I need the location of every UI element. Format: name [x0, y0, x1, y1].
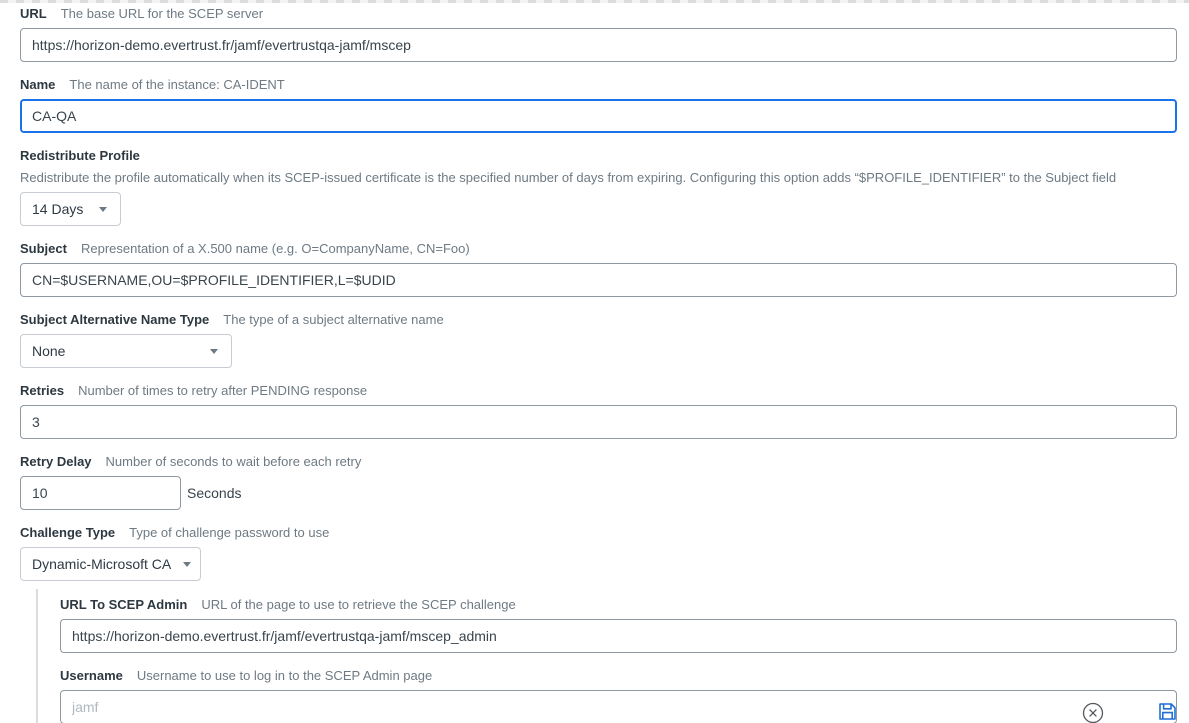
challenge-type-helper: Type of challenge password to use	[129, 525, 329, 540]
challenge-type-field-group: Challenge Type Type of challenge password…	[20, 525, 1177, 581]
retry-delay-unit: Seconds	[187, 485, 241, 501]
retries-helper: Number of times to retry after PENDING r…	[78, 383, 367, 398]
save-icon	[1158, 702, 1177, 721]
save-button[interactable]	[1158, 702, 1177, 721]
retry-delay-row: Seconds	[20, 476, 1177, 510]
username-label: Username	[60, 668, 123, 683]
retries-label: Retries	[20, 383, 64, 398]
name-field-group: Name The name of the instance: CA-IDENT	[20, 77, 1177, 133]
redistribute-profile-field-group: Redistribute Profile Redistribute the pr…	[20, 148, 1177, 226]
retries-label-row: Retries Number of times to retry after PE…	[20, 383, 1177, 399]
redistribute-profile-description: Redistribute the profile automatically w…	[20, 170, 1177, 185]
username-label-row: Username Username to use to log in to the…	[60, 668, 1177, 684]
username-helper: Username to use to log in to the SCEP Ad…	[137, 668, 432, 683]
subject-label-row: Subject Representation of a X.500 name (e…	[20, 241, 1177, 257]
name-input[interactable]	[20, 99, 1177, 133]
redistribute-profile-select[interactable]: 14 Days	[20, 192, 121, 226]
retry-delay-input[interactable]	[20, 476, 181, 510]
san-type-field-group: Subject Alternative Name Type The type of…	[20, 312, 1177, 368]
scep-admin-url-label-row: URL To SCEP Admin URL of the page to use …	[60, 597, 1177, 613]
url-label-row: URL The base URL for the SCEP server	[20, 6, 1177, 22]
scep-admin-url-input[interactable]	[60, 619, 1177, 653]
scep-config-form: URL The base URL for the SCEP server Name…	[0, 3, 1189, 723]
redistribute-profile-label-row: Redistribute Profile	[20, 148, 1177, 164]
username-input[interactable]	[60, 690, 1177, 723]
retry-delay-field-group: Retry Delay Number of seconds to wait bef…	[20, 454, 1177, 510]
redistribute-profile-label: Redistribute Profile	[20, 148, 140, 163]
subject-input[interactable]	[20, 263, 1177, 297]
retry-delay-helper: Number of seconds to wait before each re…	[106, 454, 362, 469]
challenge-settings-section: URL To SCEP Admin URL of the page to use …	[36, 589, 1177, 723]
url-helper: The base URL for the SCEP server	[61, 6, 263, 21]
chevron-down-icon	[99, 207, 107, 212]
retry-delay-label: Retry Delay	[20, 454, 92, 469]
retries-field-group: Retries Number of times to retry after PE…	[20, 383, 1177, 439]
url-field-group: URL The base URL for the SCEP server	[20, 6, 1177, 62]
subject-label: Subject	[20, 241, 67, 256]
url-input[interactable]	[20, 28, 1177, 62]
scep-admin-url-label: URL To SCEP Admin	[60, 597, 187, 612]
san-type-helper: The type of a subject alternative name	[223, 312, 443, 327]
retries-input[interactable]	[20, 405, 1177, 439]
chevron-down-icon	[183, 562, 191, 567]
san-type-select[interactable]: None	[20, 334, 232, 368]
scep-config-page: URL The base URL for the SCEP server Name…	[0, 0, 1189, 723]
scep-admin-url-helper: URL of the page to use to retrieve the S…	[201, 597, 515, 612]
cancel-button[interactable]	[1082, 702, 1104, 723]
subject-field-group: Subject Representation of a X.500 name (e…	[20, 241, 1177, 297]
username-field-group: Username Username to use to log in to the…	[60, 668, 1177, 723]
name-label: Name	[20, 77, 55, 92]
close-icon	[1082, 702, 1104, 723]
redistribute-profile-value: 14 Days	[32, 201, 83, 217]
challenge-type-value: Dynamic-Microsoft CA	[32, 556, 171, 572]
san-type-label: Subject Alternative Name Type	[20, 312, 209, 327]
challenge-type-label-row: Challenge Type Type of challenge password…	[20, 525, 1177, 541]
retry-delay-label-row: Retry Delay Number of seconds to wait bef…	[20, 454, 1177, 470]
url-label: URL	[20, 6, 47, 21]
chevron-down-icon	[210, 349, 218, 354]
challenge-type-label: Challenge Type	[20, 525, 115, 540]
name-helper: The name of the instance: CA-IDENT	[69, 77, 284, 92]
san-type-value: None	[32, 343, 65, 359]
scep-admin-url-field-group: URL To SCEP Admin URL of the page to use …	[60, 597, 1177, 653]
subject-helper: Representation of a X.500 name (e.g. O=C…	[81, 241, 470, 256]
name-label-row: Name The name of the instance: CA-IDENT	[20, 77, 1177, 93]
san-type-label-row: Subject Alternative Name Type The type of…	[20, 312, 1177, 328]
challenge-type-select[interactable]: Dynamic-Microsoft CA	[20, 547, 201, 581]
